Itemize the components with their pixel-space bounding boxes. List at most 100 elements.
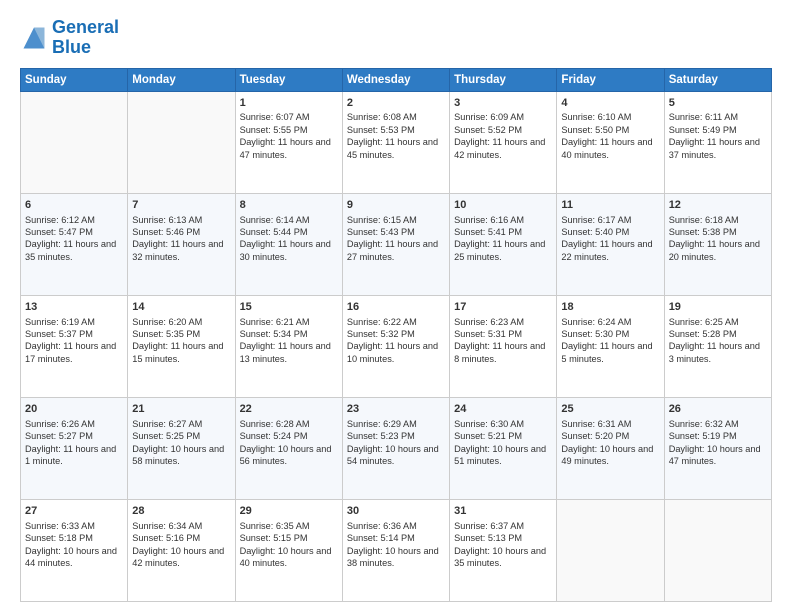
- day-info-line: Sunset: 5:20 PM: [561, 430, 659, 442]
- day-info-line: Daylight: 11 hours and 22 minutes.: [561, 238, 659, 263]
- day-info-line: Daylight: 11 hours and 3 minutes.: [669, 340, 767, 365]
- day-info-line: Sunset: 5:28 PM: [669, 328, 767, 340]
- day-info-line: Sunrise: 6:10 AM: [561, 111, 659, 123]
- day-number: 22: [240, 402, 338, 417]
- calendar-cell: 2Sunrise: 6:08 AMSunset: 5:53 PMDaylight…: [342, 91, 449, 193]
- day-info-line: Sunrise: 6:23 AM: [454, 316, 552, 328]
- day-info-line: Daylight: 11 hours and 30 minutes.: [240, 238, 338, 263]
- calendar-cell: 26Sunrise: 6:32 AMSunset: 5:19 PMDayligh…: [664, 397, 771, 499]
- day-number: 13: [25, 300, 123, 315]
- calendar-cell: [557, 499, 664, 601]
- day-info-line: Sunrise: 6:27 AM: [132, 418, 230, 430]
- day-number: 18: [561, 300, 659, 315]
- page: General Blue SundayMondayTuesdayWednesda…: [0, 0, 792, 612]
- day-info-line: Sunset: 5:50 PM: [561, 124, 659, 136]
- day-header: Monday: [128, 68, 235, 91]
- calendar-cell: 10Sunrise: 6:16 AMSunset: 5:41 PMDayligh…: [450, 193, 557, 295]
- calendar-cell: 13Sunrise: 6:19 AMSunset: 5:37 PMDayligh…: [21, 295, 128, 397]
- day-info-line: Daylight: 11 hours and 10 minutes.: [347, 340, 445, 365]
- day-info-line: Daylight: 11 hours and 32 minutes.: [132, 238, 230, 263]
- day-info-line: Daylight: 11 hours and 5 minutes.: [561, 340, 659, 365]
- day-info-line: Sunset: 5:35 PM: [132, 328, 230, 340]
- day-number: 27: [25, 504, 123, 519]
- day-number: 12: [669, 198, 767, 213]
- day-info-line: Sunrise: 6:36 AM: [347, 520, 445, 532]
- calendar-cell: 6Sunrise: 6:12 AMSunset: 5:47 PMDaylight…: [21, 193, 128, 295]
- calendar-cell: 1Sunrise: 6:07 AMSunset: 5:55 PMDaylight…: [235, 91, 342, 193]
- day-info-line: Sunset: 5:44 PM: [240, 226, 338, 238]
- day-number: 9: [347, 198, 445, 213]
- day-info-line: Sunrise: 6:08 AM: [347, 111, 445, 123]
- day-info-line: Sunrise: 6:26 AM: [25, 418, 123, 430]
- day-header: Sunday: [21, 68, 128, 91]
- day-number: 14: [132, 300, 230, 315]
- day-info-line: Daylight: 10 hours and 35 minutes.: [454, 545, 552, 570]
- day-info-line: Daylight: 10 hours and 42 minutes.: [132, 545, 230, 570]
- calendar-cell: 14Sunrise: 6:20 AMSunset: 5:35 PMDayligh…: [128, 295, 235, 397]
- day-info-line: Sunrise: 6:32 AM: [669, 418, 767, 430]
- calendar-cell: 24Sunrise: 6:30 AMSunset: 5:21 PMDayligh…: [450, 397, 557, 499]
- day-info-line: Sunrise: 6:25 AM: [669, 316, 767, 328]
- logo-text: General Blue: [52, 18, 119, 58]
- day-info-line: Sunrise: 6:17 AM: [561, 214, 659, 226]
- day-info-line: Daylight: 10 hours and 40 minutes.: [240, 545, 338, 570]
- day-info-line: Daylight: 10 hours and 38 minutes.: [347, 545, 445, 570]
- day-info-line: Daylight: 11 hours and 35 minutes.: [25, 238, 123, 263]
- day-info-line: Sunset: 5:37 PM: [25, 328, 123, 340]
- day-info-line: Sunrise: 6:35 AM: [240, 520, 338, 532]
- day-number: 15: [240, 300, 338, 315]
- day-number: 10: [454, 198, 552, 213]
- calendar-cell: 5Sunrise: 6:11 AMSunset: 5:49 PMDaylight…: [664, 91, 771, 193]
- day-info-line: Daylight: 10 hours and 58 minutes.: [132, 443, 230, 468]
- calendar-cell: 25Sunrise: 6:31 AMSunset: 5:20 PMDayligh…: [557, 397, 664, 499]
- day-info-line: Sunset: 5:34 PM: [240, 328, 338, 340]
- day-header: Thursday: [450, 68, 557, 91]
- day-info-line: Daylight: 11 hours and 27 minutes.: [347, 238, 445, 263]
- day-info-line: Sunrise: 6:30 AM: [454, 418, 552, 430]
- day-info-line: Sunrise: 6:14 AM: [240, 214, 338, 226]
- day-number: 29: [240, 504, 338, 519]
- day-info-line: Daylight: 11 hours and 13 minutes.: [240, 340, 338, 365]
- day-info-line: Sunset: 5:18 PM: [25, 532, 123, 544]
- day-info-line: Sunset: 5:38 PM: [669, 226, 767, 238]
- day-number: 17: [454, 300, 552, 315]
- calendar-cell: 30Sunrise: 6:36 AMSunset: 5:14 PMDayligh…: [342, 499, 449, 601]
- calendar-table: SundayMondayTuesdayWednesdayThursdayFrid…: [20, 68, 772, 602]
- day-info-line: Sunrise: 6:28 AM: [240, 418, 338, 430]
- calendar-cell: 7Sunrise: 6:13 AMSunset: 5:46 PMDaylight…: [128, 193, 235, 295]
- day-info-line: Sunset: 5:13 PM: [454, 532, 552, 544]
- day-info-line: Sunrise: 6:33 AM: [25, 520, 123, 532]
- calendar-cell: 12Sunrise: 6:18 AMSunset: 5:38 PMDayligh…: [664, 193, 771, 295]
- day-info-line: Sunset: 5:31 PM: [454, 328, 552, 340]
- logo-icon: [20, 24, 48, 52]
- day-info-line: Sunrise: 6:07 AM: [240, 111, 338, 123]
- day-info-line: Sunrise: 6:37 AM: [454, 520, 552, 532]
- day-info-line: Daylight: 11 hours and 42 minutes.: [454, 136, 552, 161]
- calendar-cell: 18Sunrise: 6:24 AMSunset: 5:30 PMDayligh…: [557, 295, 664, 397]
- calendar-cell: 31Sunrise: 6:37 AMSunset: 5:13 PMDayligh…: [450, 499, 557, 601]
- calendar-cell: 29Sunrise: 6:35 AMSunset: 5:15 PMDayligh…: [235, 499, 342, 601]
- day-info-line: Sunset: 5:32 PM: [347, 328, 445, 340]
- day-info-line: Sunset: 5:25 PM: [132, 430, 230, 442]
- calendar-cell: 27Sunrise: 6:33 AMSunset: 5:18 PMDayligh…: [21, 499, 128, 601]
- day-info-line: Daylight: 11 hours and 20 minutes.: [669, 238, 767, 263]
- calendar-cell: 23Sunrise: 6:29 AMSunset: 5:23 PMDayligh…: [342, 397, 449, 499]
- day-number: 20: [25, 402, 123, 417]
- calendar-cell: 3Sunrise: 6:09 AMSunset: 5:52 PMDaylight…: [450, 91, 557, 193]
- day-info-line: Daylight: 10 hours and 44 minutes.: [25, 545, 123, 570]
- calendar-cell: 17Sunrise: 6:23 AMSunset: 5:31 PMDayligh…: [450, 295, 557, 397]
- day-info-line: Sunrise: 6:22 AM: [347, 316, 445, 328]
- day-info-line: Sunset: 5:23 PM: [347, 430, 445, 442]
- day-number: 19: [669, 300, 767, 315]
- day-info-line: Daylight: 10 hours and 54 minutes.: [347, 443, 445, 468]
- day-info-line: Sunset: 5:55 PM: [240, 124, 338, 136]
- day-info-line: Sunset: 5:47 PM: [25, 226, 123, 238]
- day-info-line: Sunrise: 6:31 AM: [561, 418, 659, 430]
- day-info-line: Daylight: 11 hours and 1 minute.: [25, 443, 123, 468]
- calendar-cell: 21Sunrise: 6:27 AMSunset: 5:25 PMDayligh…: [128, 397, 235, 499]
- day-info-line: Sunset: 5:52 PM: [454, 124, 552, 136]
- day-header: Tuesday: [235, 68, 342, 91]
- day-info-line: Daylight: 11 hours and 40 minutes.: [561, 136, 659, 161]
- calendar-cell: [128, 91, 235, 193]
- calendar-cell: [664, 499, 771, 601]
